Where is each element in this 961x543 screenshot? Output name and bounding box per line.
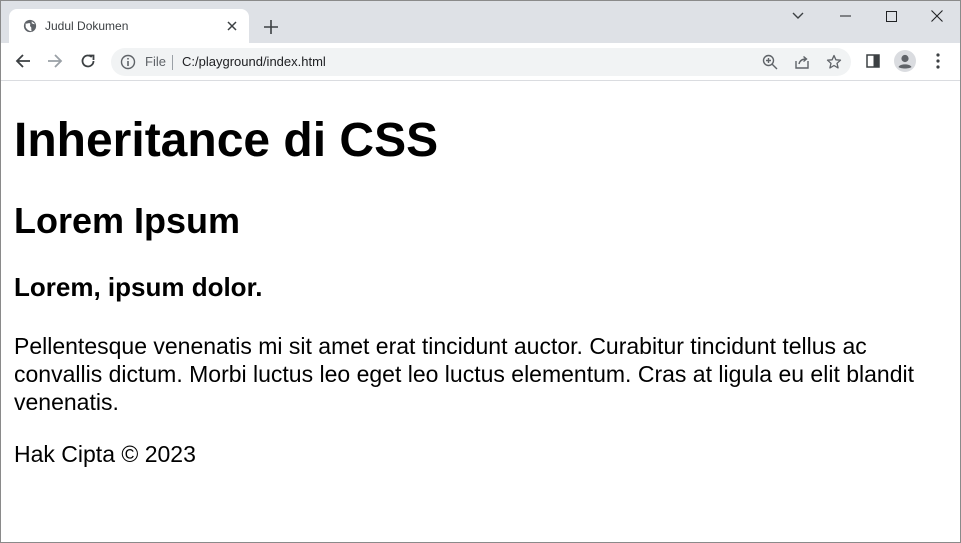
maximize-button[interactable] <box>868 1 914 31</box>
browser-tab[interactable]: Judul Dokumen <box>9 9 249 43</box>
browser-toolbar: File C:/playground/index.html <box>1 43 960 81</box>
url-text[interactable]: C:/playground/index.html <box>182 55 326 69</box>
arrow-right-icon <box>48 54 63 68</box>
back-button[interactable] <box>11 49 35 73</box>
tab-close-button[interactable] <box>223 17 241 35</box>
share-button[interactable] <box>792 52 812 72</box>
plus-icon <box>264 20 278 34</box>
address-bar[interactable]: File C:/playground/index.html <box>111 48 851 76</box>
footer-text: Hak Cipta © 2023 <box>14 441 196 467</box>
reload-icon <box>81 54 95 68</box>
star-icon <box>826 54 842 69</box>
tab-strip: Judul Dokumen <box>1 1 960 43</box>
side-panel-button[interactable] <box>861 49 885 73</box>
zoom-button[interactable] <box>760 52 780 72</box>
avatar-icon <box>894 50 916 72</box>
zoom-in-icon <box>762 54 778 70</box>
close-icon <box>227 21 237 31</box>
maximize-icon <box>885 10 897 22</box>
side-panel-icon <box>866 54 880 68</box>
subheading: Lorem Ipsum <box>14 200 241 241</box>
new-tab-button[interactable] <box>259 15 283 39</box>
more-vert-icon <box>936 53 940 69</box>
arrow-left-icon <box>15 54 30 68</box>
share-icon <box>795 55 809 69</box>
minimize-button[interactable] <box>822 1 868 31</box>
globe-icon <box>23 19 37 33</box>
reload-button[interactable] <box>76 49 100 73</box>
page-content: Inheritance di CSS Lorem Ipsum Lorem, ip… <box>1 81 960 542</box>
profile-button[interactable] <box>893 49 917 73</box>
close-icon <box>931 10 943 22</box>
close-window-button[interactable] <box>914 1 960 31</box>
info-icon[interactable] <box>120 54 136 70</box>
scheme-label: File <box>145 54 166 69</box>
page-title: Inheritance di CSS <box>14 114 439 167</box>
tab-title: Judul Dokumen <box>45 19 129 33</box>
body-paragraph: Pellentesque venenatis mi sit amet erat … <box>14 333 914 415</box>
tab-search-button[interactable] <box>775 1 821 31</box>
minimize-icon <box>839 15 851 17</box>
chevron-down-icon <box>792 12 804 19</box>
menu-button[interactable] <box>926 49 950 73</box>
address-separator <box>172 55 173 70</box>
bookmark-button[interactable] <box>824 52 844 72</box>
browser-window: Judul Dokumen File C:/playground/index.h… <box>0 0 961 543</box>
section-heading: Lorem, ipsum dolor. <box>14 272 263 302</box>
forward-button[interactable] <box>43 49 67 73</box>
